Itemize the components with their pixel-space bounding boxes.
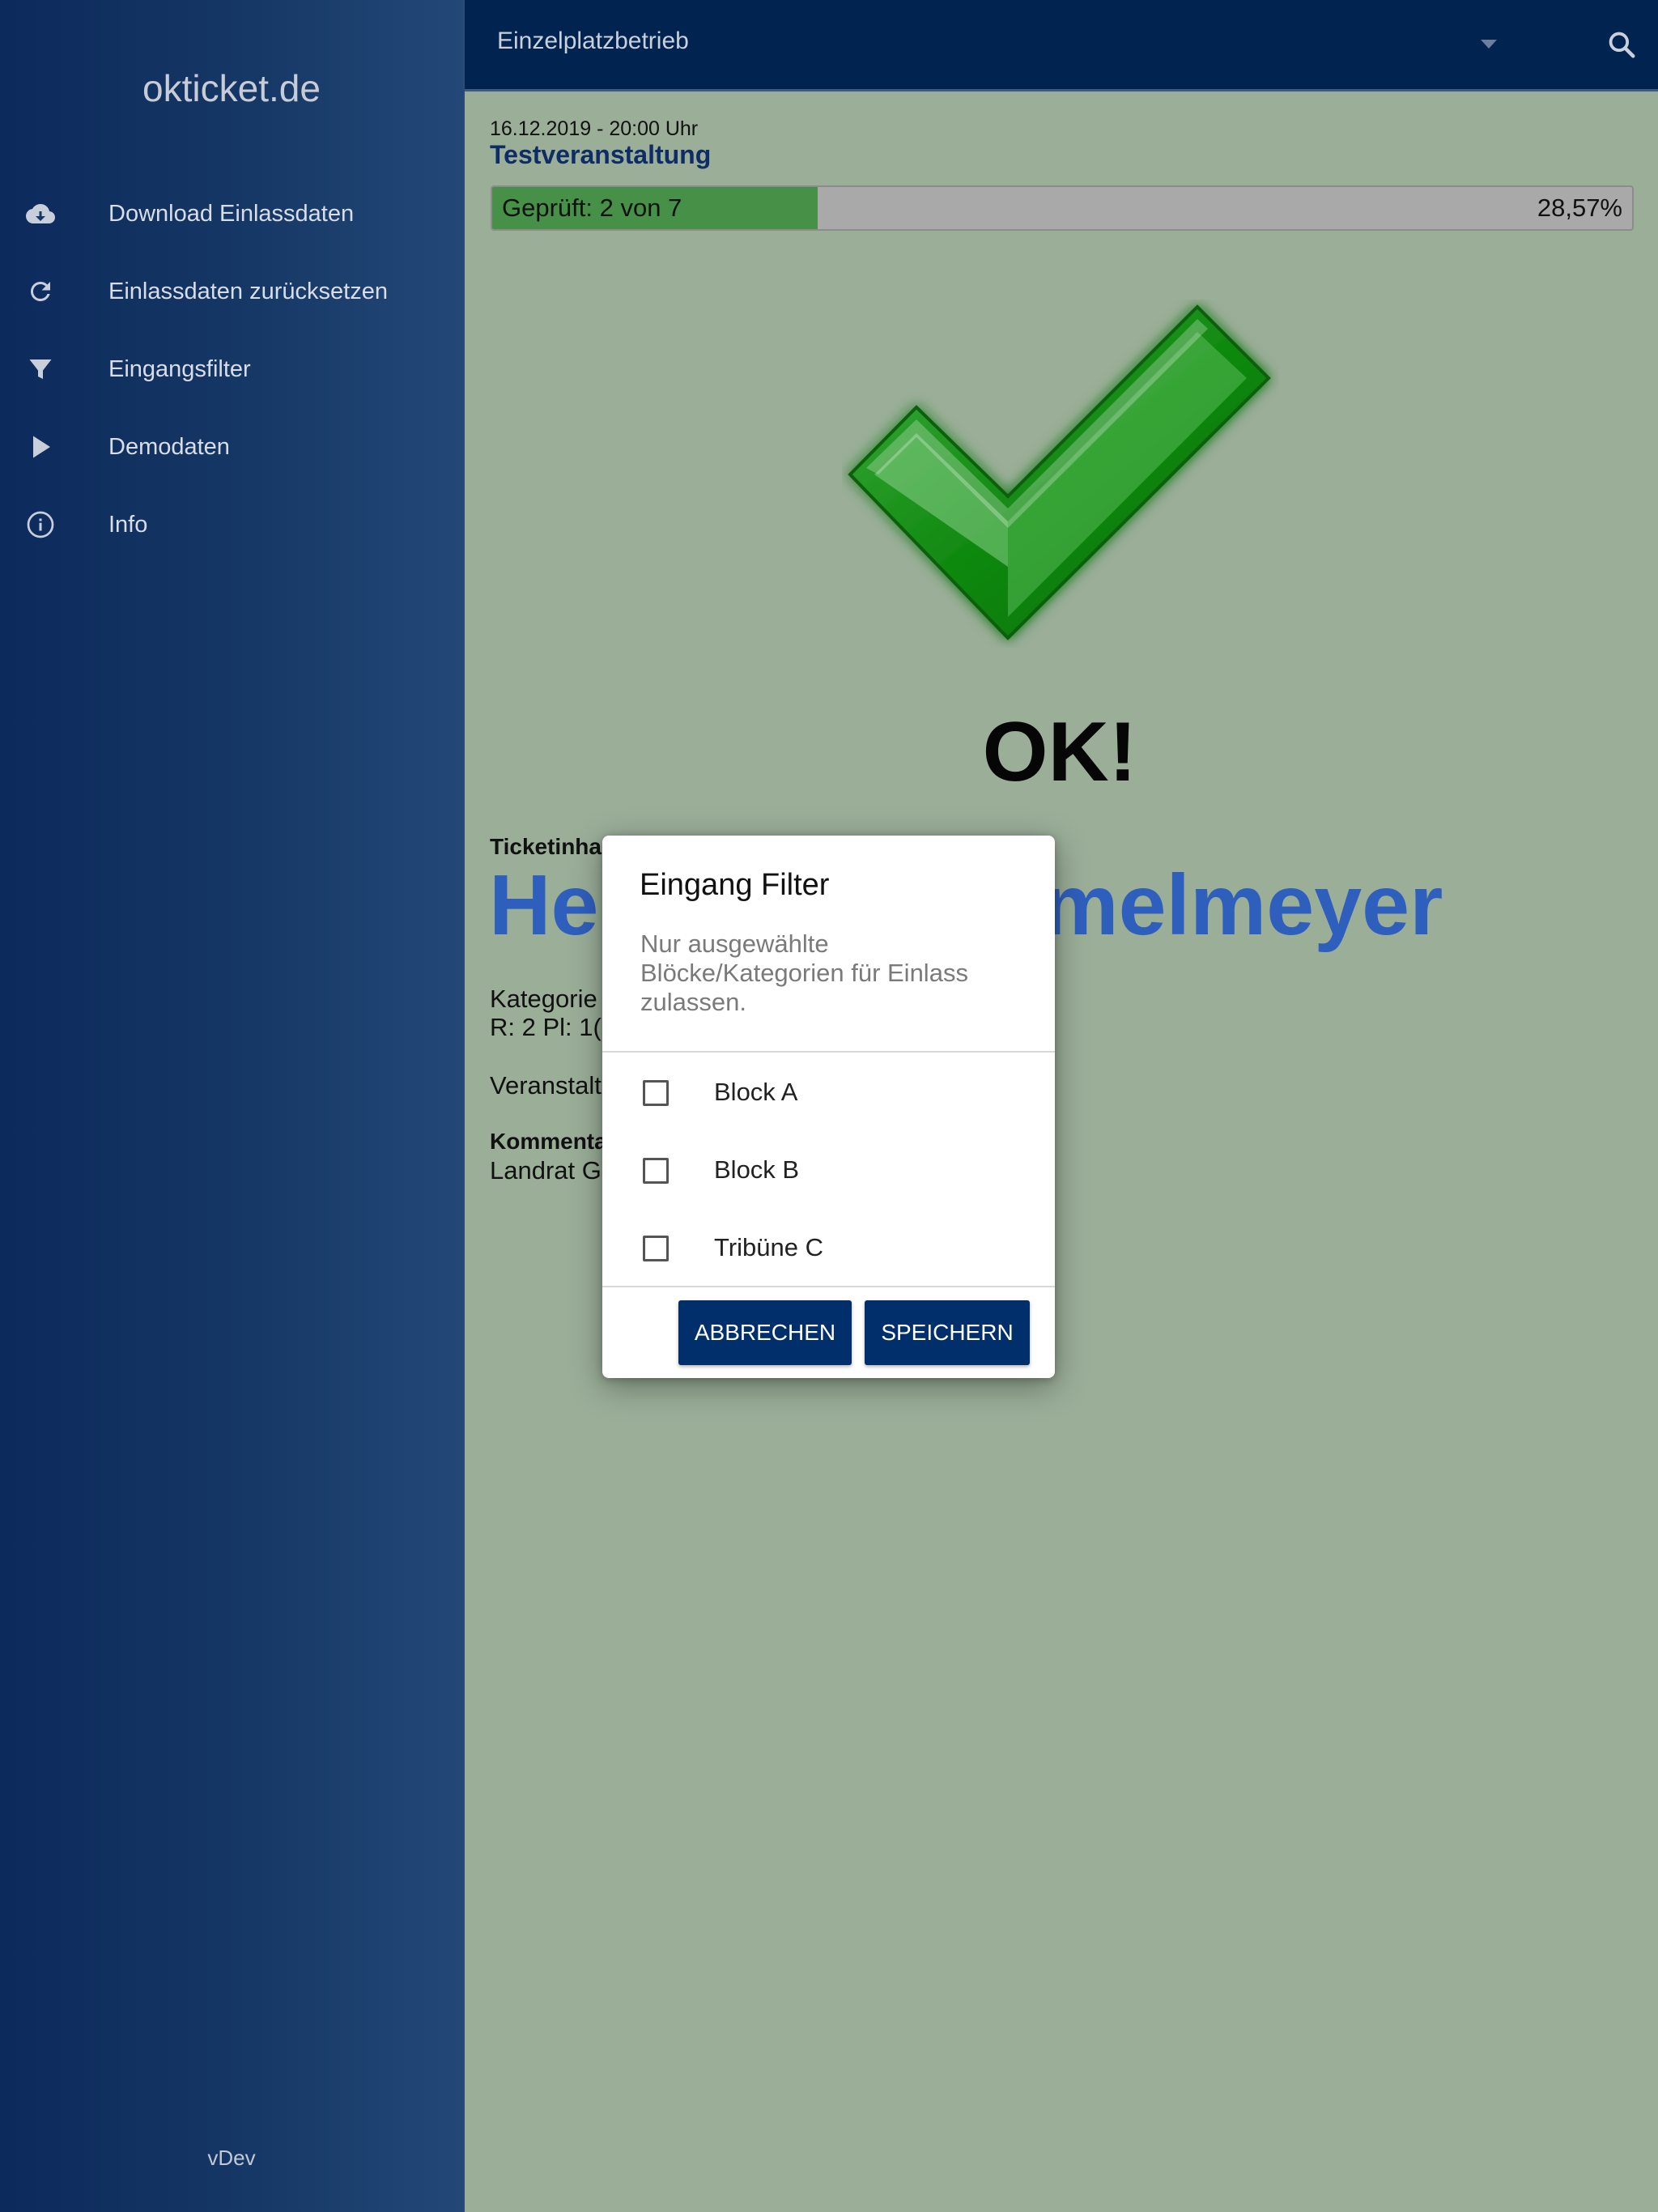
event-name: Testveranstaltung xyxy=(490,140,712,169)
filter-option-block-a[interactable]: Block A xyxy=(602,1054,1055,1132)
sidebar-item-demo[interactable]: Demodaten xyxy=(0,408,463,486)
checkbox[interactable] xyxy=(643,1080,669,1106)
divider xyxy=(602,1051,1055,1053)
sidebar-item-info[interactable]: Info xyxy=(0,486,463,564)
refresh-icon xyxy=(24,275,57,308)
top-bar: Einzelplatzbetrieb xyxy=(465,0,1658,91)
ticket-category: Kategorie xyxy=(490,985,597,1013)
info-icon xyxy=(24,508,57,541)
sidebar-item-reset[interactable]: Einlassdaten zurücksetzen xyxy=(0,253,463,330)
filter-option-tribune-c[interactable]: Tribüne C xyxy=(602,1210,1055,1287)
dialog-title: Eingang Filter xyxy=(640,868,830,902)
sidebar-item-label: Info xyxy=(108,511,148,538)
ticket-seat: R: 2 Pl: 1( xyxy=(490,1013,602,1041)
cloud-download-icon xyxy=(24,198,57,230)
progress-bar: Geprüft: 2 von 7 28,57% xyxy=(491,185,1634,231)
play-icon xyxy=(24,431,57,463)
search-icon xyxy=(1609,32,1635,58)
entrance-filter-dialog: Eingang Filter Nur ausgewählte Blöcke/Ka… xyxy=(602,836,1055,1378)
sidebar-item-label: Eingangsfilter xyxy=(108,355,251,382)
sidebar-item-label: Download Einlassdaten xyxy=(108,200,355,227)
divider xyxy=(602,1286,1055,1287)
filter-option-label: Block A xyxy=(714,1078,798,1106)
ticket-comment: Landrat G xyxy=(490,1156,602,1185)
checkbox[interactable] xyxy=(643,1236,669,1261)
mode-select[interactable]: Einzelplatzbetrieb xyxy=(497,0,1501,89)
progress-percent: 28,57% xyxy=(1537,194,1622,222)
ticket-comment-label: Kommenta xyxy=(490,1129,607,1154)
ticket-event: Veranstalt xyxy=(490,1071,602,1100)
search-button[interactable] xyxy=(1601,24,1642,65)
mode-select-value: Einzelplatzbetrieb xyxy=(497,28,689,54)
dialog-description: Nur ausgewählte Blöcke/Kategorien für Ei… xyxy=(640,929,968,1016)
checkmark-icon xyxy=(848,304,1271,640)
progress-label: Geprüft: 2 von 7 xyxy=(502,194,682,222)
filter-option-label: Block B xyxy=(714,1155,800,1184)
caret-down-icon xyxy=(1481,40,1497,49)
cancel-button[interactable]: ABBRECHEN xyxy=(678,1300,852,1365)
filter-option-block-b[interactable]: Block B xyxy=(602,1132,1055,1210)
filter-option-label: Tribüne C xyxy=(714,1233,823,1261)
event-datetime: 16.12.2019 - 20:00 Uhr xyxy=(490,117,699,140)
sidebar-item-label: Einlassdaten zurücksetzen xyxy=(108,278,388,304)
sidebar-item-label: Demodaten xyxy=(108,433,230,460)
sidebar: okticket.de Download Einlassdaten Einlas… xyxy=(0,0,465,2212)
checkbox[interactable] xyxy=(643,1158,669,1184)
save-button[interactable]: SPEICHERN xyxy=(865,1300,1030,1365)
version-label: vDev xyxy=(207,2146,256,2170)
sidebar-item-filter[interactable]: Eingangsfilter xyxy=(0,330,463,408)
sidebar-item-download[interactable]: Download Einlassdaten xyxy=(0,175,463,253)
result-status: OK! xyxy=(982,705,1137,799)
brand-logo-text: okticket.de xyxy=(142,67,321,109)
filter-icon xyxy=(24,353,57,385)
